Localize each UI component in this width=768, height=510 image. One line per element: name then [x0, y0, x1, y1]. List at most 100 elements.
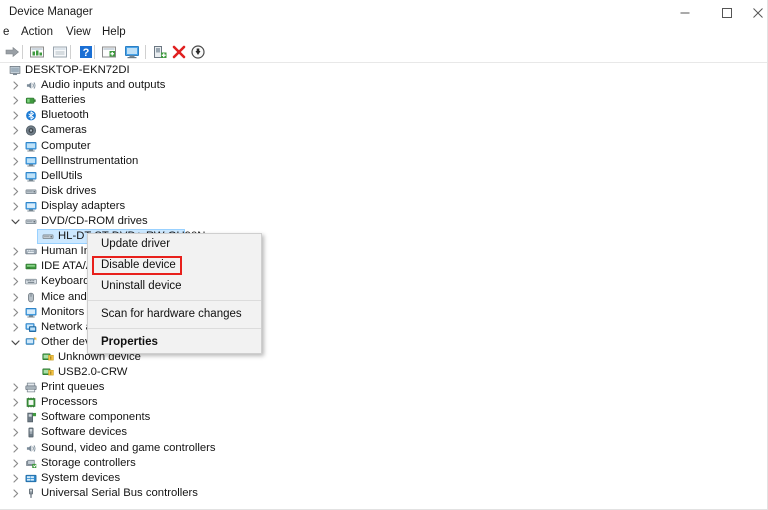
tree-expander-icon[interactable]: [10, 412, 21, 423]
bluetooth-icon: [24, 109, 38, 122]
tree-item-label: Cameras: [41, 124, 87, 137]
svg-text:?: ?: [83, 47, 90, 59]
tree-item-label: Processors: [41, 396, 98, 409]
tree-expander-icon[interactable]: [10, 95, 21, 106]
context-menu-item[interactable]: Scan for hardware changes: [88, 304, 261, 325]
context-menu-item[interactable]: Update driver: [88, 234, 261, 255]
tree-item-row[interactable]: Print queues: [0, 380, 766, 395]
tree-item-row[interactable]: DellUtils: [0, 169, 766, 184]
mouse-icon: [24, 291, 38, 304]
device-manager-window: Device Manager e Action View Help ? DESK…: [0, 0, 768, 510]
tree-expander-icon[interactable]: [10, 110, 21, 121]
tree-item-row[interactable]: Display adapters: [0, 199, 766, 214]
display-icon: [24, 306, 38, 319]
uninstall-device-icon[interactable]: [171, 44, 187, 60]
context-menu-item[interactable]: Properties: [88, 332, 261, 353]
tree-item-row[interactable]: Software components: [0, 410, 766, 425]
tree-expander-icon[interactable]: [10, 382, 21, 393]
tree-item-label: DVD/CD-ROM drives: [41, 215, 148, 227]
tree-root-row[interactable]: DESKTOP-EKN72DI: [0, 63, 766, 78]
context-menu-item[interactable]: Uninstall device: [88, 276, 261, 297]
tree-item-row[interactable]: Computer: [0, 139, 766, 154]
system-icon: [24, 472, 38, 485]
menu-view[interactable]: View: [63, 25, 94, 39]
tree-item-row[interactable]: DVD/CD-ROM drives: [0, 214, 766, 229]
processor-icon: [24, 396, 38, 409]
enable-device-icon[interactable]: [152, 44, 168, 60]
context-menu[interactable]: Update driver Disable device Uninstall dev…: [87, 233, 262, 354]
tree-item-label: Print queues: [41, 381, 105, 394]
printer-icon: [24, 381, 38, 394]
tree-expander-icon[interactable]: [10, 246, 21, 257]
tree-item-row[interactable]: Processors: [0, 395, 766, 410]
show-hidden-devices-icon[interactable]: [29, 44, 45, 60]
help-icon[interactable]: ?: [78, 44, 94, 60]
toolbar-separator: [22, 45, 23, 59]
tree-item-row[interactable]: Sound, video and game controllers: [0, 441, 766, 456]
properties-icon[interactable]: [52, 44, 68, 60]
keyboard-icon: [24, 275, 38, 288]
tree-expander-icon[interactable]: [10, 458, 21, 469]
tree-item-row[interactable]: Software devices: [0, 425, 766, 440]
tree-expander-icon[interactable]: [10, 322, 21, 333]
tree-item-label: Sound, video and game controllers: [41, 441, 216, 454]
tree-expander-icon[interactable]: [10, 201, 21, 212]
tree-expander-icon[interactable]: [10, 186, 21, 197]
tree-item-label: System devices: [41, 471, 121, 484]
tree-expander-icon[interactable]: [10, 80, 21, 91]
tree-expander-icon[interactable]: [10, 276, 21, 287]
toolbar-separator: [70, 45, 71, 59]
tree-item-row[interactable]: System devices: [0, 471, 766, 486]
tree-expander-icon[interactable]: [10, 171, 21, 182]
tree-item-row[interactable]: ! USB2.0-CRW: [0, 365, 766, 380]
monitor-icon: [24, 155, 38, 168]
tree-item-label: Monitors: [41, 305, 85, 318]
tree-item-row[interactable]: DellInstrumentation: [0, 154, 766, 169]
context-menu-item[interactable]: Disable device: [88, 255, 261, 276]
storage-icon: [24, 457, 38, 470]
tree-item-row[interactable]: Audio inputs and outputs: [0, 78, 766, 93]
menu-help[interactable]: Help: [99, 25, 129, 39]
tree-expander-icon[interactable]: [10, 307, 21, 318]
tree-item-row[interactable]: Disk drives: [0, 184, 766, 199]
disable-device-icon[interactable]: [190, 44, 206, 60]
toolbar: ?: [0, 42, 767, 63]
tree-expander-icon[interactable]: [10, 125, 21, 136]
tree-item-label: Storage controllers: [41, 456, 136, 469]
tree-expander-icon[interactable]: [10, 488, 21, 499]
tree-item-row[interactable]: Batteries: [0, 93, 766, 108]
forward-arrow-icon[interactable]: [4, 44, 20, 60]
monitor-icon: [24, 170, 38, 183]
tree-expander-icon[interactable]: [10, 337, 21, 348]
speaker-icon: [24, 79, 38, 92]
tree-item-label: Universal Serial Bus controllers: [41, 486, 198, 499]
tree-expander-icon[interactable]: [10, 443, 21, 454]
battery-icon: [24, 94, 38, 107]
tree-expander-icon[interactable]: [10, 156, 21, 167]
menu-file[interactable]: e: [0, 25, 12, 39]
tree-expander-icon[interactable]: [10, 261, 21, 272]
tree-expander-icon[interactable]: [10, 141, 21, 152]
tree-item-row[interactable]: Cameras: [0, 123, 766, 138]
toolbar-separator: [94, 45, 95, 59]
usb-icon: [24, 487, 38, 500]
tree-expander-icon[interactable]: [10, 397, 21, 408]
tree-item-row[interactable]: Storage controllers: [0, 456, 766, 471]
speaker-icon: [24, 442, 38, 455]
tree-item-row[interactable]: Bluetooth: [0, 108, 766, 123]
computer-root-icon: [8, 64, 22, 77]
scan-hardware-icon[interactable]: [124, 44, 140, 60]
context-menu-separator: [88, 328, 261, 329]
update-driver-icon[interactable]: [101, 44, 117, 60]
tree-expander-icon[interactable]: [10, 216, 21, 227]
tree-expander-icon[interactable]: [10, 427, 21, 438]
hid-icon: [24, 245, 38, 258]
tree-item-label: USB2.0-CRW: [58, 366, 128, 378]
tree-item-row[interactable]: Universal Serial Bus controllers: [0, 486, 766, 501]
tree-expander-icon[interactable]: [10, 473, 21, 484]
tree-item-label: Bluetooth: [41, 109, 89, 122]
tree-expander-icon[interactable]: [10, 292, 21, 303]
toolbar-separator: [145, 45, 146, 59]
menu-action[interactable]: Action: [18, 25, 56, 39]
tree-item-label: Batteries: [41, 94, 86, 107]
